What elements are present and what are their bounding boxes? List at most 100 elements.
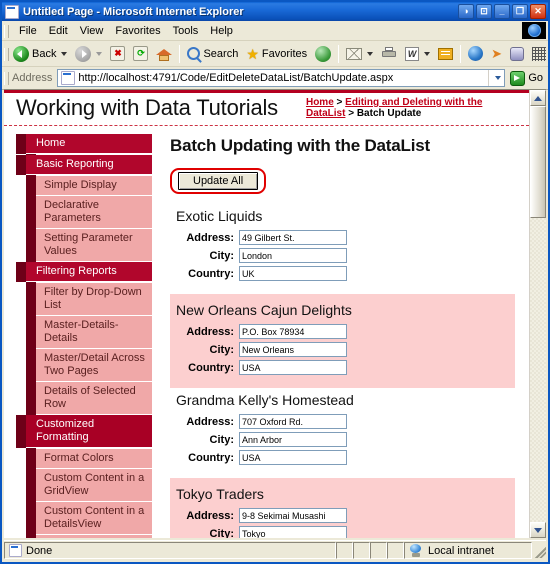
chevron-down-icon[interactable]: [61, 51, 68, 56]
country-input[interactable]: [239, 360, 347, 375]
status-message-pane: Done: [4, 542, 336, 559]
refresh-button[interactable]: ⟳: [129, 43, 152, 64]
scrollbar-thumb[interactable]: [530, 106, 546, 218]
window-resize-grip[interactable]: [532, 543, 546, 558]
country-input[interactable]: [239, 266, 347, 281]
menu-grip[interactable]: [4, 24, 11, 38]
sidebar-item-customized-formatting[interactable]: Customized Formatting: [16, 415, 152, 448]
sidebar-item-label: Customized Formatting: [26, 415, 152, 448]
close-icon: ✕: [534, 6, 542, 16]
sidebar-item-basic-reporting[interactable]: Basic Reporting: [16, 155, 152, 175]
history-button[interactable]: [311, 43, 335, 64]
sidebar-item-custom-content-gridview[interactable]: Custom Content in a GridView: [36, 469, 152, 502]
sidebar-item-declarative-parameters[interactable]: Declarative Parameters: [36, 196, 152, 229]
restore-down-small-button[interactable]: ◑: [458, 4, 474, 19]
messenger-button[interactable]: [464, 43, 487, 64]
forward-button[interactable]: [71, 43, 106, 64]
address-input[interactable]: [239, 508, 347, 523]
search-button[interactable]: Search: [183, 43, 242, 64]
minimize-icon: _: [499, 6, 505, 16]
sidebar-rail: [26, 134, 36, 538]
grid-icon: [532, 46, 547, 61]
menu-favorites[interactable]: Favorites: [109, 23, 166, 39]
scroll-down-button[interactable]: [530, 522, 546, 538]
address-input[interactable]: [239, 324, 347, 339]
city-input[interactable]: [239, 342, 347, 357]
address-input[interactable]: http://localhost:4791/Code/EditDeleteDat…: [57, 69, 506, 87]
sidebar-item-master-details-details[interactable]: Master-Details-Details: [36, 316, 152, 349]
status-pane-4: [387, 542, 404, 559]
supplier-name: New Orleans Cajun Delights: [176, 302, 352, 318]
city-label: City:: [209, 343, 234, 356]
city-input[interactable]: [239, 432, 347, 447]
status-pane-2: [353, 542, 370, 559]
breadcrumb-sep-1: >: [333, 97, 346, 108]
address-label: Address:: [186, 509, 234, 522]
mail-button[interactable]: [342, 43, 377, 64]
page-body: Home Basic Reporting Simple Display Decl…: [4, 126, 529, 538]
favorites-button[interactable]: ★ Favorites: [242, 43, 311, 64]
update-all-button[interactable]: Update All: [178, 172, 259, 190]
menu-help[interactable]: Help: [204, 23, 239, 39]
scrollbar-track[interactable]: [530, 106, 546, 522]
stop-button[interactable]: ✖: [106, 43, 129, 64]
msn-button[interactable]: ➤: [487, 43, 506, 64]
city-input[interactable]: [239, 248, 347, 263]
sidebar-item-details-of-selected-row[interactable]: Details of Selected Row: [36, 382, 152, 415]
close-button[interactable]: ✕: [530, 4, 546, 19]
address-dropdown-button[interactable]: [488, 70, 504, 86]
sidebar-item-master-detail-across-two-pages[interactable]: Master/Detail Across Two Pages: [36, 349, 152, 382]
edit-word-button[interactable]: W: [401, 43, 434, 64]
address-bar: Address http://localhost:4791/Code/EditD…: [2, 67, 548, 90]
sidebar-item-custom-content-detailsview[interactable]: Custom Content in a DetailsView: [36, 502, 152, 535]
go-label: Go: [528, 72, 543, 84]
supplier-fields: Address: City: Country:: [176, 230, 515, 281]
field-row-country: Country:: [176, 266, 515, 281]
sidebar-item-custom-content-partial[interactable]: Custom Content in a: [36, 535, 152, 538]
country-label: Country:: [188, 451, 234, 464]
mail-chevron-down-icon[interactable]: [367, 51, 374, 56]
maximize-button[interactable]: ❐: [512, 4, 528, 19]
sidebar-item-home[interactable]: Home: [16, 134, 152, 154]
datalist-item: Grandma Kelly's Homestead Address: City:: [170, 388, 515, 478]
home-button[interactable]: [152, 43, 176, 64]
city-input[interactable]: [239, 526, 347, 538]
menu-file[interactable]: File: [13, 23, 43, 39]
address-input[interactable]: [239, 414, 347, 429]
sidebar-item-filter-by-drop-down-list[interactable]: Filter by Drop-Down List: [36, 283, 152, 316]
field-row-city: City:: [176, 342, 515, 357]
print-button[interactable]: [377, 43, 401, 64]
sidebar-item-format-colors[interactable]: Format Colors: [36, 449, 152, 469]
menu-view[interactable]: View: [74, 23, 110, 39]
window-group-button[interactable]: ⊡: [476, 4, 492, 19]
web-page: Working with Data Tutorials Home > Editi…: [4, 90, 529, 538]
address-label: Address:: [186, 325, 234, 338]
search-label: Search: [203, 47, 239, 60]
address-input[interactable]: [239, 230, 347, 245]
go-button[interactable]: Go: [505, 70, 548, 86]
sidebar-item-setting-parameter-values[interactable]: Setting Parameter Values: [36, 229, 152, 262]
grid-button[interactable]: [528, 43, 548, 64]
discuss-button[interactable]: [434, 43, 457, 64]
status-pane-3: [370, 542, 387, 559]
forward-chevron-down-icon[interactable]: [96, 51, 103, 56]
search-icon: [187, 47, 201, 60]
breadcrumb-home-link[interactable]: Home: [306, 97, 334, 108]
menu-edit[interactable]: Edit: [43, 23, 74, 39]
sidebar-item-simple-display[interactable]: Simple Display: [36, 176, 152, 196]
minimize-button[interactable]: _: [494, 4, 510, 19]
menu-tools[interactable]: Tools: [167, 23, 205, 39]
sidebar-item-filtering-reports[interactable]: Filtering Reports: [16, 262, 152, 282]
vertical-scrollbar[interactable]: [529, 90, 546, 538]
edit-chevron-down-icon[interactable]: [424, 51, 431, 56]
country-input[interactable]: [239, 450, 347, 465]
home-icon: [156, 47, 173, 61]
security-zone-pane[interactable]: Local intranet: [404, 542, 532, 559]
go-icon: [510, 70, 526, 86]
media-button[interactable]: [506, 43, 528, 64]
window-title: Untitled Page - Microsoft Internet Explo…: [23, 5, 244, 18]
back-button[interactable]: Back: [9, 43, 71, 64]
restore-down-small-icon: ◑: [463, 6, 469, 16]
status-bar: Done Local intranet: [4, 540, 546, 560]
scroll-up-button[interactable]: [530, 90, 546, 106]
